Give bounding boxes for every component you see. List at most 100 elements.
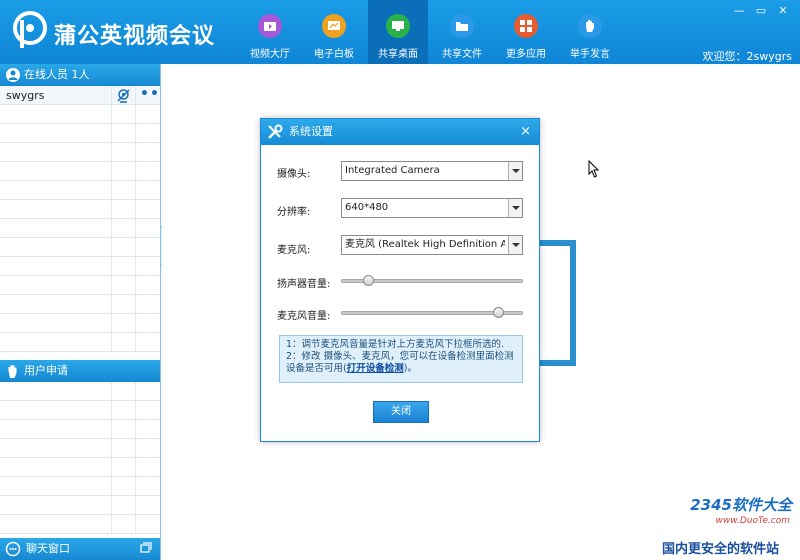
microphone-select[interactable]: 麦克风 (Realtek High Definition Audio): [341, 235, 523, 255]
list-row-empty: [0, 496, 160, 515]
list-row-empty: [0, 162, 160, 181]
watermark-tagline: 国内更安全的软件站: [660, 538, 782, 557]
list-row-empty: [0, 200, 160, 219]
mic-volume-slider[interactable]: [341, 307, 523, 319]
list-row-empty: [0, 143, 160, 162]
microphone-label: 麦克风:: [277, 245, 311, 256]
nav-label: 共享桌面: [378, 49, 418, 60]
share-desktop-icon: [386, 14, 410, 38]
list-row-empty: [0, 477, 160, 496]
list-row-empty: [0, 515, 160, 534]
mic-volume-thumb[interactable]: [492, 307, 504, 318]
nav-share-desktop[interactable]: 共享桌面: [368, 0, 428, 64]
nav-more-apps[interactable]: 更多应用: [496, 0, 556, 64]
info-line-2: 2：修改 摄像头、麦克风，您可以在设备检测里面检测设备是否可用(打开设备检测)。: [286, 351, 514, 374]
more-apps-icon: [514, 14, 538, 38]
raise-hand-icon: [578, 14, 602, 38]
list-row-empty: [0, 295, 160, 314]
user-icon: [6, 68, 20, 82]
shared-desktop-frame: [538, 240, 576, 366]
list-row-empty: [0, 333, 160, 352]
online-users-count: 1人: [71, 68, 90, 81]
list-row-empty: [0, 257, 160, 276]
camera-off-icon[interactable]: [116, 88, 131, 103]
window-controls: — ▭ ✕: [728, 4, 794, 18]
popout-icon[interactable]: [140, 542, 152, 554]
online-users-header: 在线人员 1人: [0, 64, 160, 86]
user-row[interactable]: swygrs •••: [0, 86, 169, 105]
dialog-body: 摄像头: Integrated Camera 分辨率: 640*480 麦克风:…: [261, 145, 539, 441]
online-users-title: 在线人员: [24, 68, 68, 81]
nav-video-hall[interactable]: 视频大厅: [240, 0, 300, 64]
system-settings-dialog: 系统设置 × 摄像头: Integrated Camera 分辨率: 640*4…: [260, 118, 540, 442]
share-file-icon: [450, 14, 474, 38]
minimize-button[interactable]: —: [728, 4, 750, 18]
resolution-select[interactable]: 640*480: [341, 198, 523, 218]
hand-icon: [8, 365, 17, 378]
list-row-empty: [0, 382, 160, 401]
list-row-empty: [0, 401, 160, 420]
main-nav: 视频大厅 电子白板 共享桌面 共享文件 更多应用 举手发言: [240, 0, 624, 64]
camera-value: Integrated Camera: [345, 165, 440, 176]
resolution-value: 640*480: [345, 202, 389, 213]
user-apply-section: 用户申请: [0, 360, 160, 534]
user-apply-header: 用户申请: [0, 360, 160, 382]
watermark-brand: 2345软件大全: [690, 496, 792, 514]
speaker-volume-label: 扬声器音量:: [277, 279, 331, 290]
dialog-title: 系统设置: [289, 125, 333, 138]
whiteboard-icon: [322, 14, 346, 38]
chat-window-label: 聊天窗口: [26, 542, 70, 555]
dandelion-logo-icon: [13, 11, 47, 48]
mic-volume-label: 麦克风音量:: [277, 311, 331, 322]
chevron-down-icon: [508, 236, 522, 254]
chevron-down-icon: [508, 162, 522, 180]
user-apply-list: [0, 382, 160, 534]
nav-whiteboard[interactable]: 电子白板: [304, 0, 364, 64]
mouse-cursor-icon: [588, 160, 600, 178]
list-row-empty: [0, 314, 160, 333]
camera-label: 摄像头:: [277, 169, 311, 180]
info-line-1: 1：调节麦克风音量是针对上方麦克风下拉框所选的.: [286, 339, 505, 350]
microphone-value: 麦克风 (Realtek High Definition Audio): [345, 239, 505, 250]
tools-icon: [268, 124, 283, 139]
chevron-down-icon: [508, 199, 522, 217]
app-title: 蒲公英视频会议: [54, 24, 216, 49]
list-row-empty: [0, 181, 160, 200]
nav-label: 举手发言: [570, 49, 610, 60]
nav-share-file[interactable]: 共享文件: [432, 0, 492, 64]
online-users-list: swygrs •••: [0, 86, 169, 352]
speaker-volume-thumb[interactable]: [363, 275, 375, 286]
left-panel: 在线人员 1人 swygrs ••• 用户申请 聊天窗口: [0, 64, 169, 560]
list-row-empty: [0, 439, 160, 458]
list-row-empty: [0, 219, 160, 238]
camera-select[interactable]: Integrated Camera: [341, 161, 523, 181]
nav-label: 更多应用: [506, 49, 546, 60]
open-device-check-link[interactable]: 打开设备检测: [347, 363, 404, 374]
welcome-text: 欢迎您：2swygrs: [702, 50, 792, 63]
close-window-button[interactable]: ✕: [772, 4, 794, 18]
list-row-empty: [0, 458, 160, 477]
title-bar: 蒲公英视频会议 视频大厅 电子白板 共享桌面 共享文件 更多应用 举手发言 — …: [0, 0, 800, 64]
chat-window-bar[interactable]: 聊天窗口: [0, 538, 160, 560]
user-apply-title: 用户申请: [24, 364, 68, 377]
dialog-close-button[interactable]: 关闭: [373, 401, 429, 423]
watermark-url: www.DuoTe.com: [715, 516, 790, 526]
restore-button[interactable]: ▭: [750, 4, 772, 18]
list-row-empty: [0, 420, 160, 439]
watermark: 2345软件大全 www.DuoTe.com: [656, 494, 796, 530]
list-row-empty: [0, 238, 160, 257]
dialog-close-icon[interactable]: ×: [520, 119, 531, 145]
list-row-empty: [0, 105, 160, 124]
list-row-empty: [0, 276, 160, 295]
list-row-empty: [0, 124, 160, 143]
nav-label: 视频大厅: [250, 49, 290, 60]
resolution-label: 分辨率:: [277, 207, 311, 218]
dialog-title-bar: 系统设置 ×: [261, 119, 539, 145]
nav-label: 电子白板: [314, 49, 354, 60]
chat-icon: [5, 541, 21, 557]
user-name: swygrs: [0, 86, 112, 105]
nav-raise-hand[interactable]: 举手发言: [560, 0, 620, 64]
video-hall-icon: [258, 14, 282, 38]
speaker-volume-slider[interactable]: [341, 275, 523, 287]
info-box: 1：调节麦克风音量是针对上方麦克风下拉框所选的. 2：修改 摄像头、麦克风，您可…: [279, 335, 523, 383]
